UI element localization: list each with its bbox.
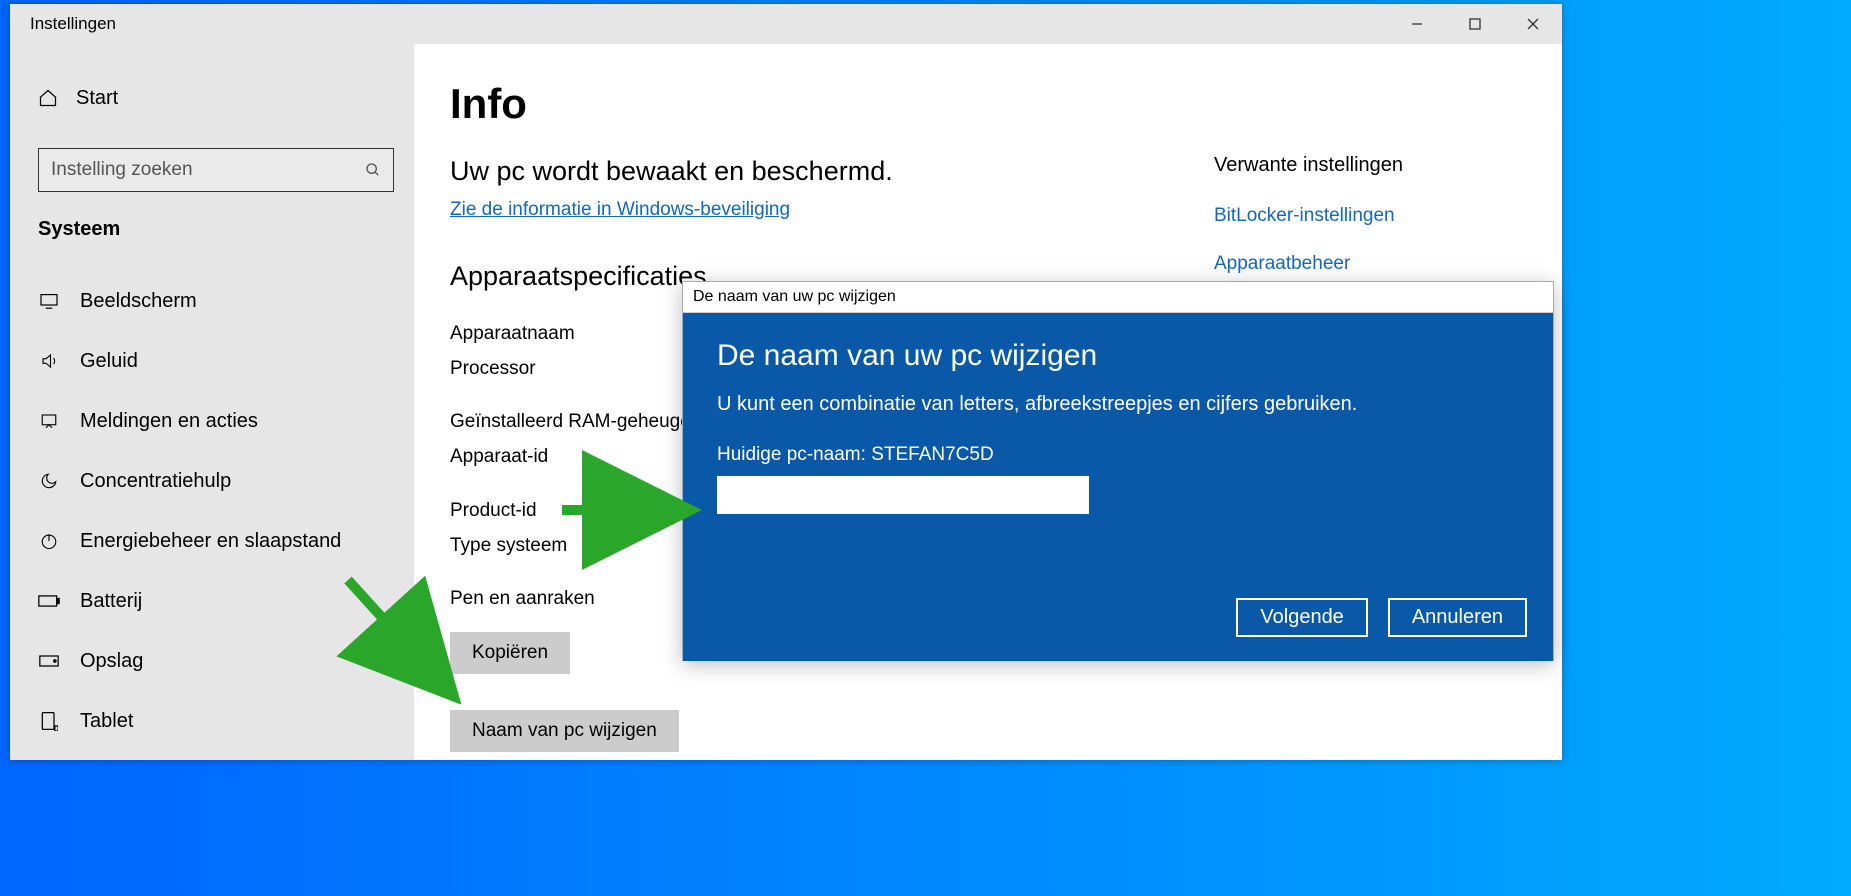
power-icon: [38, 532, 60, 550]
notify-icon: [38, 412, 60, 430]
related-link-bitlocker[interactable]: BitLocker-instellingen: [1214, 205, 1554, 227]
display-icon: [38, 293, 60, 309]
storage-icon: [38, 654, 60, 668]
moon-icon: [38, 472, 60, 490]
copy-button[interactable]: Kopiëren: [450, 632, 570, 674]
home-icon: [38, 88, 58, 108]
tablet-icon: [38, 711, 60, 731]
home-link[interactable]: Start: [10, 74, 414, 122]
next-button[interactable]: Volgende: [1236, 598, 1367, 637]
home-label: Start: [76, 87, 118, 110]
sidebar-item-moon[interactable]: Concentratiehulp: [10, 451, 414, 511]
close-button[interactable]: [1504, 4, 1562, 44]
sidebar-item-label: Opslag: [80, 650, 143, 673]
sidebar-item-label: Beeldscherm: [80, 290, 197, 313]
titlebar: Instellingen: [10, 4, 1562, 44]
sidebar-item-label: Batterij: [80, 590, 142, 613]
sidebar-item-notify[interactable]: Meldingen en acties: [10, 391, 414, 451]
sound-icon: [38, 352, 60, 370]
sidebar-item-storage[interactable]: Opslag: [10, 631, 414, 691]
battery-icon: [38, 594, 60, 608]
sidebar-item-power[interactable]: Energiebeheer en slaapstand: [10, 511, 414, 571]
search-placeholder: Instelling zoeken: [51, 159, 193, 181]
security-link[interactable]: Zie de informatie in Windows-beveiliging: [450, 199, 790, 221]
pc-name-input[interactable]: [717, 476, 1089, 514]
rename-pc-dialog: De naam van uw pc wijzigen De naam van u…: [682, 281, 1554, 661]
rename-pc-button[interactable]: Naam van pc wijzigen: [450, 710, 679, 752]
sidebar-item-label: Energiebeheer en slaapstand: [80, 530, 341, 553]
sidebar: Start Instelling zoeken Systeem Beeldsch…: [10, 44, 414, 760]
search-icon: [365, 162, 381, 178]
minimize-button[interactable]: [1388, 4, 1446, 44]
window-controls: [1388, 4, 1562, 44]
dialog-subtext: U kunt een combinatie van letters, afbre…: [717, 393, 1519, 416]
sidebar-item-label: Concentratiehulp: [80, 470, 231, 493]
current-pc-name-label: Huidige pc-naam: STEFAN7C5D: [717, 444, 994, 465]
page-title: Info: [450, 80, 1526, 128]
sidebar-item-sound[interactable]: Geluid: [10, 331, 414, 391]
dialog-heading: De naam van uw pc wijzigen: [717, 339, 1519, 373]
sidebar-item-label: Geluid: [80, 350, 138, 373]
window-title: Instellingen: [10, 14, 116, 34]
maximize-button[interactable]: [1446, 4, 1504, 44]
related-link-device-manager[interactable]: Apparaatbeheer: [1214, 253, 1554, 275]
sidebar-item-battery[interactable]: Batterij: [10, 571, 414, 631]
sidebar-item-label: Tablet: [80, 710, 133, 733]
dialog-titlebar: De naam van uw pc wijzigen: [683, 282, 1553, 313]
sidebar-item-label: Meldingen en acties: [80, 410, 258, 433]
search-input[interactable]: Instelling zoeken: [38, 148, 394, 192]
sidebar-item-tablet[interactable]: Tablet: [10, 691, 414, 751]
category-label: Systeem: [10, 218, 414, 241]
sidebar-item-display[interactable]: Beeldscherm: [10, 271, 414, 331]
related-heading: Verwante instellingen: [1214, 154, 1554, 177]
cancel-button[interactable]: Annuleren: [1388, 598, 1527, 637]
